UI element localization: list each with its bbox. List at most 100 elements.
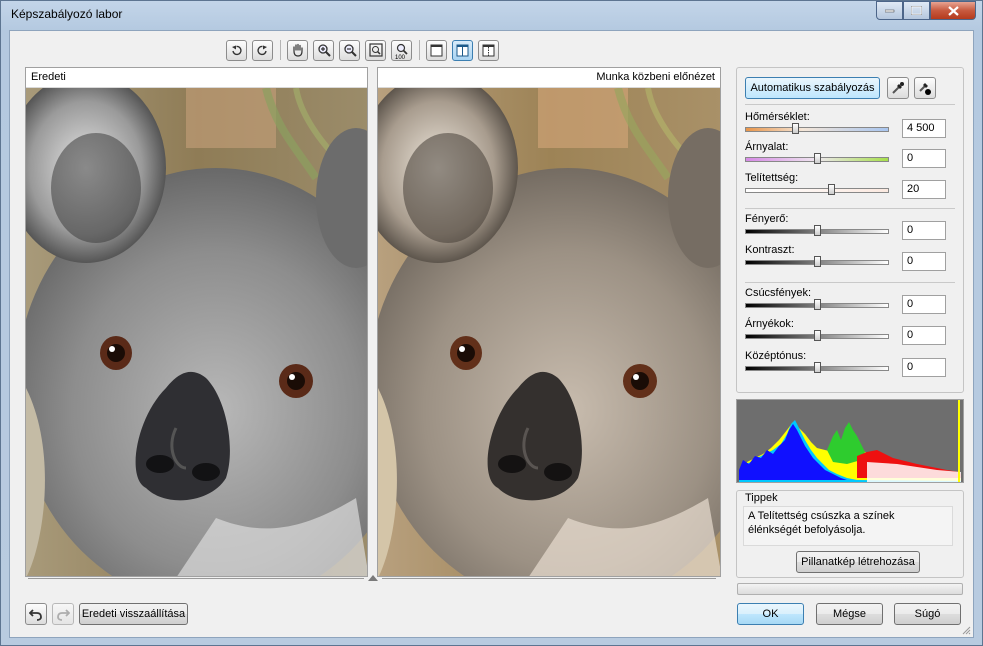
tint-slider-thumb[interactable] [814,153,821,164]
auto-adjust-button[interactable]: Automatikus szabályozás [745,77,880,99]
section-divider [745,104,955,105]
shadows-slider-thumb[interactable] [814,330,821,341]
zoom-100-button[interactable]: 100 [391,39,412,61]
preview-photo [378,88,720,576]
saturation-label: Telítettség: [745,172,799,184]
saturation-slider-thumb[interactable] [828,184,835,195]
temperature-slider-thumb[interactable] [792,123,799,134]
pan-button[interactable] [287,39,308,61]
highlights-label: Csúcsfények: [745,287,812,299]
zoom-out-icon [343,44,357,57]
temperature-slider[interactable] [745,127,889,132]
slider-row-midtones: Középtónus: 0 [745,350,955,378]
cancel-label: Mégse [832,608,867,620]
histogram [736,399,964,483]
redo-icon [57,609,70,621]
resize-grip-icon[interactable] [961,625,971,635]
toolbar-separator [419,40,420,60]
undo-icon [29,609,42,621]
koala-photo-preview [378,88,720,576]
help-label: Súgó [914,608,941,620]
slider-row-highlights: Csúcsfények: 0 [745,287,955,315]
original-caption: Eredeti [26,68,367,88]
progress-bar [737,583,963,595]
original-image-pane[interactable]: Eredeti [25,67,368,577]
create-snapshot-label: Pillanatkép létrehozása [801,556,915,568]
split-view-button[interactable] [452,39,473,61]
single-view-icon [430,44,443,56]
zoom-in-icon [317,44,331,57]
white-point-picker-button[interactable] [887,77,909,99]
title-bar[interactable]: Képszabályozó labor [1,1,982,29]
side-by-side-view-button[interactable] [478,39,499,61]
splitter-arrow-icon [368,575,378,581]
close-button[interactable] [930,1,976,20]
toolbar-separator [280,40,281,60]
slider-row-tint: Árnyalat: 0 [745,141,955,169]
reset-original-button[interactable]: Eredeti visszaállítása [79,603,188,625]
window-title: Képszabályozó labor [11,7,123,21]
contrast-value-field[interactable]: 0 [902,252,946,271]
saturation-slider[interactable] [745,188,889,193]
close-icon [947,5,959,16]
pane-splitter[interactable] [28,574,718,584]
eyedropper-black-icon [919,83,931,95]
contrast-slider-thumb[interactable] [814,256,821,267]
contrast-label: Kontraszt: [745,244,795,256]
cancel-button[interactable]: Mégse [816,603,883,625]
preview-image-pane[interactable]: Munka közbeni előnézet [377,67,721,577]
rotate-left-button[interactable] [226,39,247,61]
brightness-value-field[interactable]: 0 [902,221,946,240]
shadows-value-field[interactable]: 0 [902,326,946,345]
brightness-label: Fényerő: [745,213,789,225]
slider-row-brightness: Fényerő: 0 [745,213,955,241]
splitter-line-left [28,578,364,579]
pan-hand-icon [293,43,303,57]
midtones-value-field[interactable]: 0 [902,358,946,377]
help-button[interactable]: Súgó [894,603,961,625]
slider-row-contrast: Kontraszt: 0 [745,244,955,272]
saturation-value-field[interactable]: 20 [902,180,946,199]
tips-group: Tippek A Telítettség csúszka a színek él… [736,490,964,578]
tips-text: A Telítettség csúszka a színek élénkségé… [743,506,953,546]
midtones-slider-thumb[interactable] [814,362,821,373]
dialog-client-area: 100 Eredeti Munka közbeni előnézet Autom… [9,30,974,638]
shadows-label: Árnyékok: [745,318,794,330]
fit-to-window-icon [368,43,383,57]
tint-value-field[interactable]: 0 [902,149,946,168]
slider-row-temperature: Hőmérséklet: 4 500 [745,111,955,139]
zoom-in-button[interactable] [313,39,334,61]
rotate-right-button[interactable] [252,39,273,61]
section-divider [745,282,955,283]
single-view-button[interactable] [426,39,447,61]
koala-photo-original [26,88,367,576]
create-snapshot-button[interactable]: Pillanatkép létrehozása [796,551,920,573]
tint-label: Árnyalat: [745,141,789,153]
slider-row-shadows: Árnyékok: 0 [745,318,955,346]
section-divider [745,208,955,209]
highlights-value-field[interactable]: 0 [902,295,946,314]
minimize-button[interactable] [876,1,903,20]
fit-to-window-button[interactable] [365,39,386,61]
split-view-icon [456,44,469,56]
highlights-slider-thumb[interactable] [814,299,821,310]
dialog-window: Képszabályozó labor 100 Eredeti Munka kö… [0,0,983,646]
preview-caption: Munka közbeni előnézet [378,68,720,88]
splitter-line-right [382,578,716,579]
maximize-icon [911,6,922,15]
side-by-side-view-icon [482,44,495,56]
undo-button[interactable] [25,603,47,625]
temperature-value-field[interactable]: 4 500 [902,119,946,138]
rotate-right-icon [257,45,267,55]
minimize-icon [884,9,894,12]
redo-button[interactable] [52,603,74,625]
zoom-100-badge: 100 [395,54,406,61]
maximize-button[interactable] [903,1,930,20]
brightness-slider-thumb[interactable] [814,225,821,236]
zoom-out-button[interactable] [339,39,360,61]
ok-label: OK [762,608,779,620]
adjustments-panel: Automatikus szabályozás Hőmérséklet: 4 50… [736,67,964,393]
ok-button[interactable]: OK [737,603,804,625]
view-toolbar: 100 [226,38,504,62]
black-point-picker-button[interactable] [914,77,936,99]
